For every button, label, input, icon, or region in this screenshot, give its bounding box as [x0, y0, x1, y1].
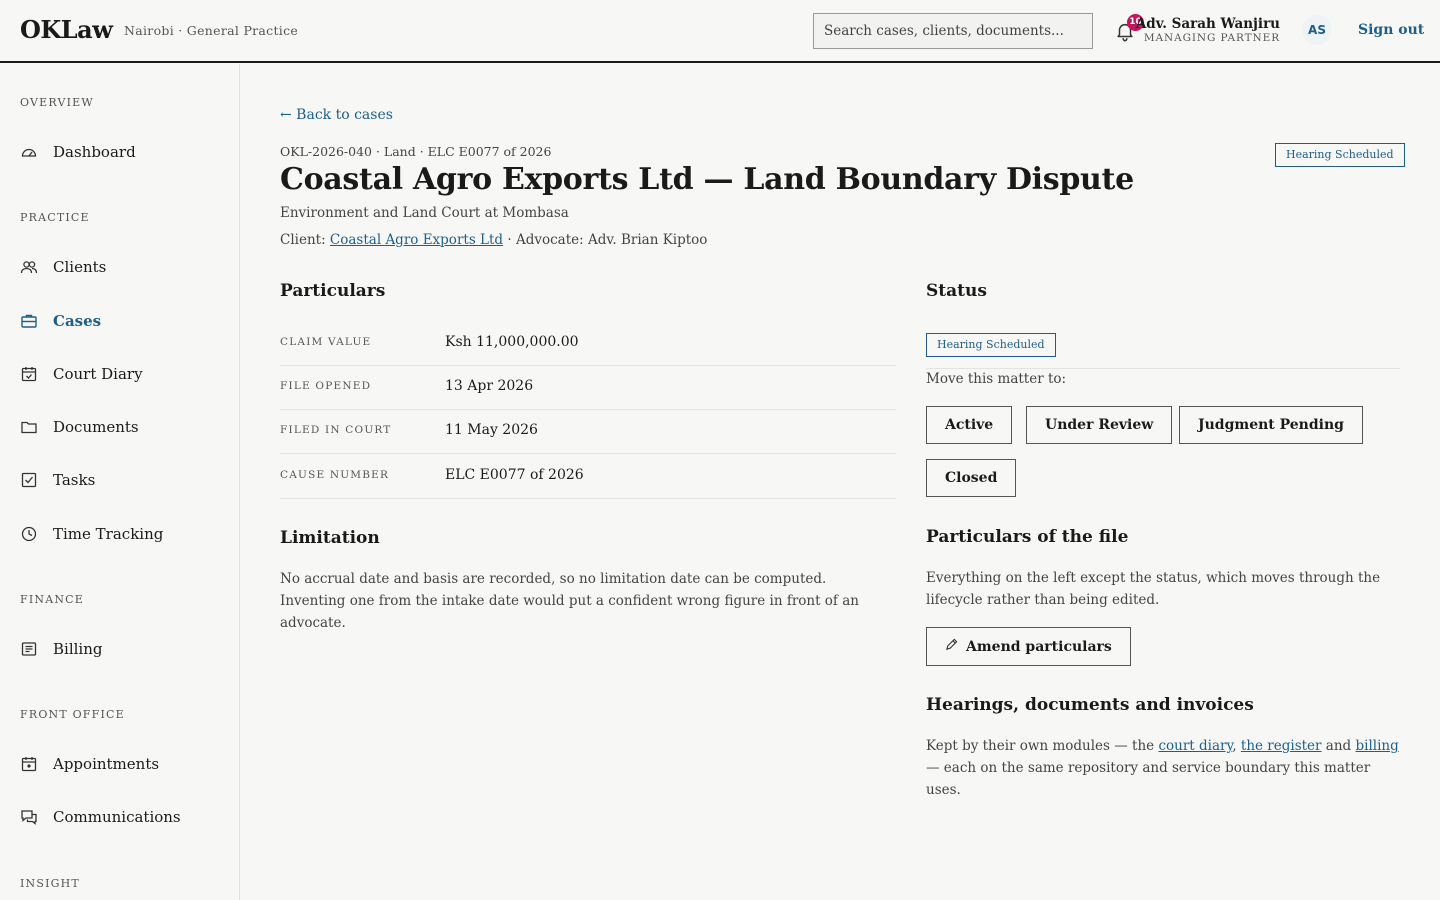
particulars-label: CAUSE NUMBER [280, 469, 390, 481]
particulars-row: CLAIM VALUE Ksh 11,000,000.00 [280, 322, 896, 366]
particulars-value: 11 May 2026 [445, 422, 538, 438]
sidebar-item-court-diary[interactable]: Court Diary [20, 362, 220, 386]
sidebar-item-label: Cases [53, 312, 102, 330]
sidebar-section-finance: FINANCE [20, 593, 85, 606]
sidebar-item-label: Tasks [53, 471, 96, 489]
client-advocate-line: Client: Coastal Agro Exports Ltd · Advoc… [280, 232, 707, 248]
briefcase-icon [20, 312, 38, 330]
user-name: Adv. Sarah Wanjiru [1135, 16, 1280, 32]
court-diary-link[interactable]: court diary [1158, 738, 1232, 754]
app-logo[interactable]: OKLaw [20, 15, 113, 44]
status-heading: Status [926, 281, 987, 301]
sidebar-item-documents[interactable]: Documents [20, 415, 220, 439]
hearings-text: Kept by their own modules — the court di… [926, 735, 1404, 801]
sidebar-item-tasks[interactable]: Tasks [20, 468, 220, 492]
hearings-separator: and [1321, 738, 1356, 754]
page-title: Coastal Agro Exports Ltd — Land Boundary… [280, 162, 1134, 197]
limitation-heading: Limitation [280, 528, 380, 548]
sidebar-section-front-office: FRONT OFFICE [20, 708, 125, 721]
court-name: Environment and Land Court at Mombasa [280, 205, 569, 221]
particulars-row: CAUSE NUMBER ELC E0077 of 2026 [280, 455, 896, 499]
checkbox-icon [20, 471, 38, 489]
current-status-badge: Hearing Scheduled [926, 333, 1056, 357]
status-closed-button[interactable]: Closed [926, 459, 1017, 497]
status-badge: Hearing Scheduled [1275, 143, 1405, 167]
client-link[interactable]: Coastal Agro Exports Ltd [330, 232, 503, 248]
hearings-suffix: — each on the same repository and servic… [926, 760, 1371, 798]
particulars-value: ELC E0077 of 2026 [445, 467, 584, 483]
hearings-prefix: Kept by their own modules — the [926, 738, 1159, 754]
sidebar-item-appointments[interactable]: Appointments [20, 752, 220, 776]
particulars-value: 13 Apr 2026 [445, 378, 534, 394]
sidebar-item-clients[interactable]: Clients [20, 255, 220, 279]
status-under-review-button[interactable]: Under Review [1026, 406, 1173, 444]
sidebar-section-overview: OVERVIEW [20, 96, 94, 109]
sidebar-item-label: Billing [53, 640, 103, 658]
particulars-label: FILE OPENED [280, 380, 372, 392]
sidebar-item-label: Documents [53, 418, 139, 436]
users-icon [20, 258, 38, 276]
particulars-row: FILE OPENED 13 Apr 2026 [280, 366, 896, 410]
sidebar-item-label: Dashboard [53, 143, 136, 161]
avatar[interactable]: AS [1302, 15, 1332, 45]
sidebar: OVERVIEW Dashboard PRACTICE Clients Case… [0, 64, 240, 900]
sidebar-item-cases[interactable]: Cases [20, 309, 220, 333]
particulars-label: FILED IN COURT [280, 424, 392, 436]
clock-icon [20, 525, 38, 543]
sidebar-item-billing[interactable]: Billing [20, 637, 220, 661]
file-particulars-text: Everything on the left except the status… [926, 570, 1381, 608]
particulars-label: CLAIM VALUE [280, 336, 372, 348]
amend-particulars-label: Amend particulars [966, 638, 1112, 655]
amend-particulars-button[interactable]: Amend particulars [926, 627, 1131, 666]
move-matter-label: Move this matter to: [926, 371, 1067, 387]
case-meta: OKL-2026-040 · Land · ELC E0077 of 2026 [280, 144, 552, 159]
calendar-check-icon [20, 365, 38, 383]
limitation-text: No accrual date and basis are recorded, … [280, 571, 859, 631]
sidebar-item-label: Communications [53, 808, 181, 826]
search-input[interactable] [813, 13, 1093, 49]
firm-name: Nairobi · General Practice [124, 23, 299, 38]
sidebar-item-time-tracking[interactable]: Time Tracking [20, 522, 220, 546]
sidebar-item-label: Court Diary [53, 365, 143, 383]
invoice-icon [20, 640, 38, 658]
pencil-icon [945, 638, 958, 655]
sign-out-link[interactable]: Sign out [1358, 22, 1424, 38]
sidebar-item-label: Clients [53, 258, 107, 276]
sidebar-item-dashboard[interactable]: Dashboard [20, 140, 220, 164]
client-prefix: Client: [280, 232, 326, 248]
chat-icon [20, 808, 38, 826]
advocate-text: · Advocate: Adv. Brian Kiptoo [507, 232, 708, 248]
hearings-heading: Hearings, documents and invoices [926, 695, 1254, 715]
status-judgment-pending-button[interactable]: Judgment Pending [1179, 406, 1363, 444]
particulars-row: FILED IN COURT 11 May 2026 [280, 410, 896, 454]
sidebar-section-insight: INSIGHT [20, 877, 80, 890]
billing-link[interactable]: billing [1355, 738, 1398, 754]
user-role: MANAGING PARTNER [1143, 32, 1280, 44]
sidebar-item-label: Time Tracking [53, 525, 164, 543]
file-particulars-heading: Particulars of the file [926, 527, 1129, 547]
particulars-heading: Particulars [280, 281, 386, 301]
gauge-icon [20, 143, 38, 161]
sidebar-item-label: Appointments [53, 755, 160, 773]
particulars-value: Ksh 11,000,000.00 [445, 334, 579, 350]
register-link[interactable]: the register [1241, 738, 1322, 754]
sidebar-section-practice: PRACTICE [20, 211, 90, 224]
divider [926, 368, 1400, 369]
folder-icon [20, 418, 38, 436]
status-active-button[interactable]: Active [926, 406, 1013, 444]
calendar-icon [20, 755, 38, 773]
back-to-cases-link[interactable]: ← Back to cases [280, 107, 393, 123]
top-bar: OKLaw Nairobi · General Practice 10 Adv.… [0, 0, 1440, 63]
hearings-separator: , [1232, 738, 1241, 754]
sidebar-item-communications[interactable]: Communications [20, 805, 220, 829]
